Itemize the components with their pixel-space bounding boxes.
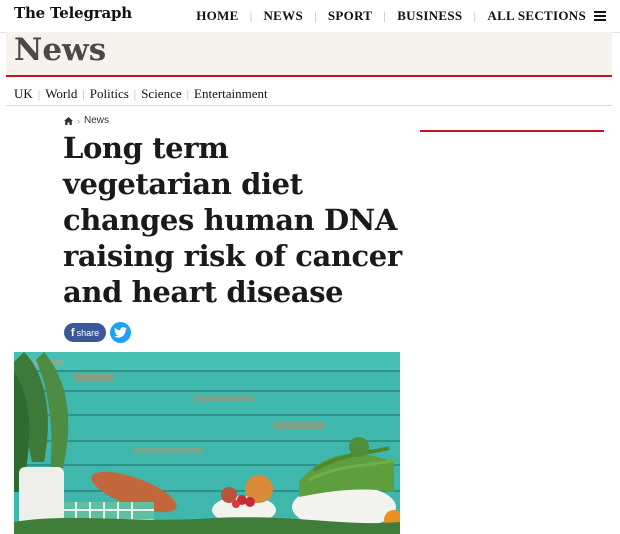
subnav-item-uk[interactable]: UK [14,86,33,102]
section-title[interactable]: News [14,32,106,68]
article-hero-image[interactable] [14,352,400,534]
nav-sport[interactable]: SPORT [328,8,372,24]
top-nav: HOME | NEWS | SPORT | BUSINESS | ALL SEC… [196,8,606,24]
nav-news[interactable]: NEWS [263,8,303,24]
facebook-share-label: share [76,327,100,338]
twitter-bird-icon [114,327,127,338]
twitter-share-button[interactable] [110,322,131,343]
nav-separator: | [383,8,387,23]
nav-separator: | [249,8,253,23]
article-headline: Long term vegetarian diet changes human … [63,131,402,309]
nav-business[interactable]: BUSINESS [397,8,462,24]
subnav-separator: | [133,86,137,101]
breadcrumb: › News [64,115,109,126]
section-subnav: UK | World | Politics | Science | Entert… [14,86,268,102]
subnav-divider [6,105,612,106]
facebook-icon: f [70,326,75,339]
home-icon[interactable] [64,116,73,125]
nav-home[interactable]: HOME [196,8,238,24]
subnav-separator: | [37,86,41,101]
masthead: The Telegraph HOME | NEWS | SPORT | BUSI… [0,0,620,33]
facebook-share-button[interactable]: f share [64,323,106,342]
subnav-item-science[interactable]: Science [141,86,181,102]
nav-separator: | [313,8,317,23]
subnav-item-politics[interactable]: Politics [90,86,129,102]
nav-separator: | [473,8,477,23]
subnav-item-world[interactable]: World [45,86,77,102]
section-banner: News [6,32,612,77]
subnav-separator: | [186,86,190,101]
chevron-right-icon: › [77,115,80,126]
hamburger-menu-icon[interactable] [594,11,606,21]
vegetables-photo [14,352,400,534]
breadcrumb-current[interactable]: News [84,115,109,126]
nav-all-sections[interactable]: ALL SECTIONS [487,8,586,24]
sidebar-divider [420,130,604,132]
subnav-separator: | [82,86,85,101]
subnav-item-entertainment[interactable]: Entertainment [194,86,268,102]
telegraph-logo[interactable]: The Telegraph [14,4,132,22]
